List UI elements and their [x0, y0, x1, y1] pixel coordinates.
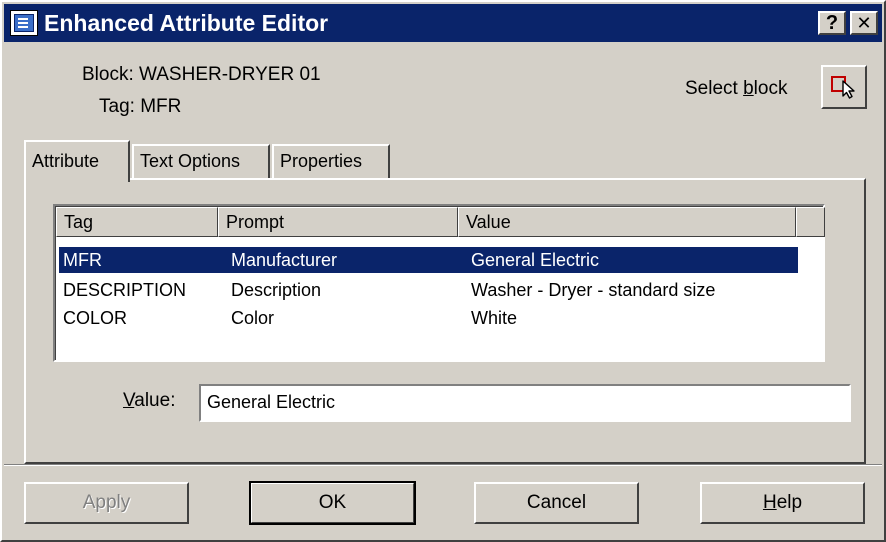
row-tag: COLOR [63, 308, 128, 328]
window-title: Enhanced Attribute Editor [44, 10, 329, 36]
list-row-mfr[interactable]: MFR Manufacturer General Electric [59, 247, 798, 273]
close-button[interactable]: ✕ [850, 11, 878, 35]
list-row-description[interactable]: DESCRIPTION Description Washer - Dryer -… [59, 277, 798, 303]
column-header-tag[interactable]: Tag [56, 207, 218, 237]
select-block-button[interactable] [821, 65, 867, 109]
tab-text-options[interactable]: Text Options [132, 144, 270, 180]
row-prompt: Description [231, 280, 322, 300]
divider [4, 464, 882, 466]
row-tag: MFR [63, 250, 102, 270]
list-row-color[interactable]: COLOR Color White [59, 305, 798, 331]
block-name-label: Block: WASHER-DRYER 01 [82, 64, 321, 85]
tab-attribute[interactable]: Attribute [24, 140, 130, 182]
app-icon [10, 10, 38, 36]
row-prompt: Color [231, 308, 275, 328]
cancel-button[interactable]: Cancel [474, 482, 639, 524]
close-icon: ✕ [856, 13, 872, 33]
ok-button[interactable]: OK [249, 481, 416, 525]
column-header-filler [796, 207, 825, 237]
tab-properties[interactable]: Properties [272, 144, 390, 180]
row-value: Washer - Dryer - standard size [471, 280, 716, 300]
attribute-list[interactable]: Tag Prompt Value MFR Manufacturer Genera… [53, 204, 825, 362]
value-field-label: Value: [123, 390, 176, 411]
apply-button[interactable]: Apply [24, 482, 189, 524]
tag-name-label: Tag: MFR [99, 96, 182, 117]
enhanced-attribute-editor-dialog: Enhanced Attribute Editor ? ✕ Block: WAS… [0, 0, 886, 542]
value-input[interactable]: General Electric [199, 384, 851, 422]
row-value: White [471, 308, 518, 328]
help-title-button[interactable]: ? [818, 11, 846, 35]
row-prompt: Manufacturer [231, 250, 338, 270]
column-header-value[interactable]: Value [458, 207, 796, 237]
select-block-icon [831, 76, 855, 99]
title-bar[interactable]: Enhanced Attribute Editor ? ✕ [4, 4, 882, 42]
help-button[interactable]: Help [700, 482, 865, 524]
row-value: General Electric [471, 250, 600, 270]
column-header-prompt[interactable]: Prompt [218, 207, 458, 237]
row-tag: DESCRIPTION [63, 280, 187, 300]
select-block-label: Select block [685, 78, 788, 99]
